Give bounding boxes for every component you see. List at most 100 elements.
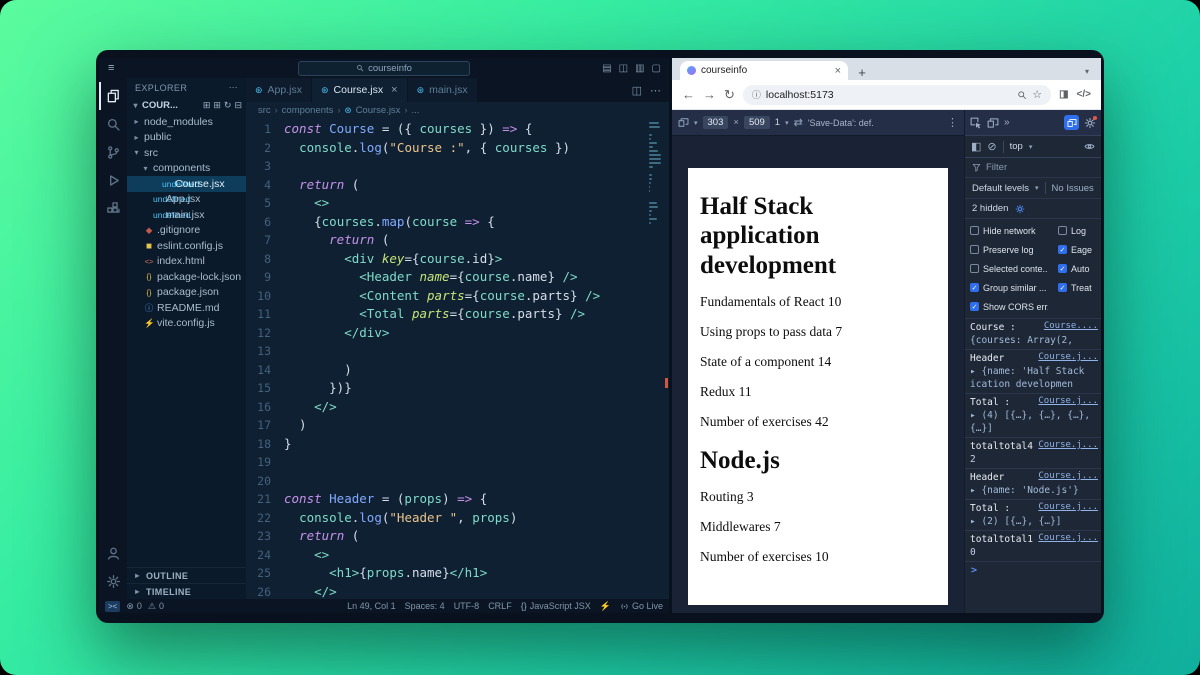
tree-item[interactable]: ◆ .gitignore: [127, 223, 246, 239]
layout-panel-left-icon[interactable]: ▤: [602, 63, 611, 74]
activity-source-control-icon[interactable]: [99, 138, 127, 166]
new-tab-button[interactable]: +: [854, 65, 870, 80]
zoom-icon[interactable]: [1017, 90, 1027, 100]
checkbox[interactable]: [1058, 226, 1067, 235]
activity-account-icon[interactable]: [99, 539, 127, 567]
tree-item[interactable]: ▸ node_modules: [127, 114, 246, 130]
remote-indicator[interactable]: ><: [105, 600, 121, 612]
site-info-icon[interactable]: ⓘ: [752, 88, 761, 101]
status-item[interactable]: Spaces: 4: [405, 601, 445, 611]
split-editor-icon[interactable]: ◫: [632, 84, 642, 97]
checkbox[interactable]: [970, 264, 979, 273]
new-file-icon[interactable]: ⊞: [203, 100, 211, 111]
checkbox[interactable]: ✓: [970, 283, 979, 292]
console-setting[interactable]: Preserve log: [965, 240, 1053, 259]
extension-code-icon[interactable]: </>: [1077, 89, 1091, 100]
tree-item[interactable]: ◼ eslint.config.js: [127, 238, 246, 254]
console-setting[interactable]: ✓ Auto: [1053, 259, 1101, 278]
reload-icon[interactable]: ↻: [724, 87, 735, 103]
console-setting[interactable]: Selected conte...: [965, 259, 1053, 278]
layout-panel-right-icon[interactable]: ▥: [635, 63, 644, 74]
toggle-device-toolbar-icon[interactable]: [987, 117, 999, 129]
warnings-indicator[interactable]: ⚠ 0: [148, 601, 164, 612]
status-item[interactable]: Ln 49, Col 1: [347, 601, 396, 611]
forward-icon[interactable]: →: [703, 87, 716, 102]
overview-ruler[interactable]: [663, 118, 669, 599]
refresh-explorer-icon[interactable]: ↻: [224, 100, 232, 111]
tree-item[interactable]: <> index.html: [127, 254, 246, 270]
status-item[interactable]: CRLF: [488, 601, 512, 611]
device-more-icon[interactable]: ⋮: [947, 116, 958, 129]
checkbox[interactable]: ✓: [970, 302, 979, 311]
activity-explorer-icon[interactable]: [99, 82, 127, 110]
editor-tab[interactable]: ⊛ Course.jsx ×: [311, 78, 408, 102]
breadcrumb-item[interactable]: components: [282, 105, 334, 116]
source-link[interactable]: Course.j...: [1038, 533, 1098, 543]
console-setting[interactable]: ✓ Show CORS err...: [965, 297, 1053, 316]
checkbox[interactable]: ✓: [1058, 264, 1067, 273]
console-prompt[interactable]: >: [965, 562, 1101, 579]
source-link[interactable]: Course.j...: [1038, 440, 1098, 450]
checkbox[interactable]: ✓: [1058, 245, 1067, 254]
inspect-icon[interactable]: [970, 117, 982, 129]
errors-indicator[interactable]: ⊗ 0: [126, 601, 142, 612]
rotate-icon[interactable]: ⇄: [794, 116, 803, 129]
browser-tab[interactable]: courseinfo ×: [680, 61, 848, 80]
address-bar[interactable]: ⓘ localhost:5173 ☆: [742, 84, 1052, 105]
console-setting[interactable]: Log: [1053, 221, 1101, 240]
outline-section[interactable]: ▸ OUTLINE: [127, 567, 246, 583]
collapse-folders-icon[interactable]: ⊟: [234, 100, 242, 111]
source-link[interactable]: Course.j...: [1038, 471, 1098, 481]
status-item[interactable]: {} JavaScript JSX: [521, 601, 591, 611]
layout-panel-bottom-icon[interactable]: ◫: [619, 63, 628, 74]
console-setting[interactable]: Hide network: [965, 221, 1053, 240]
source-link[interactable]: Course.j...: [1038, 502, 1098, 512]
project-root[interactable]: ▾ COUR... ⊞ ⊞ ↻ ⊟: [127, 97, 246, 114]
menu-icon[interactable]: ≡: [99, 62, 123, 74]
source-link[interactable]: Course.j...: [1038, 396, 1098, 406]
devtools-settings-icon[interactable]: [1084, 115, 1097, 129]
editor-tab[interactable]: ⊛ App.jsx: [246, 78, 312, 102]
status-item[interactable]: UTF-8: [454, 601, 480, 611]
source-link[interactable]: Course.j...: [1038, 352, 1098, 362]
code-area[interactable]: 1 const Course = ({ courses }) => {2 cons…: [246, 118, 647, 599]
console-filter[interactable]: Filter: [965, 158, 1101, 178]
checkbox[interactable]: [970, 245, 979, 254]
customize-layout-icon[interactable]: ▢: [652, 63, 661, 74]
timeline-section[interactable]: ▸ TIMELINE: [127, 583, 246, 599]
device-type-icon[interactable]: [678, 117, 689, 128]
log-levels-select[interactable]: Default levels: [972, 183, 1029, 194]
activity-extensions-icon[interactable]: [99, 194, 127, 222]
new-folder-icon[interactable]: ⊞: [213, 100, 221, 111]
console-setting[interactable]: ✓ Eage: [1053, 240, 1101, 259]
device-mode-active-icon[interactable]: [1064, 115, 1079, 130]
device-height-input[interactable]: 509: [743, 116, 770, 129]
tree-item[interactable]: ⚡ vite.config.js: [127, 316, 246, 332]
status-item[interactable]: ⚡: [600, 601, 611, 612]
activity-settings-icon[interactable]: [99, 567, 127, 595]
console-setting[interactable]: ✓ Group similar ...: [965, 278, 1053, 297]
command-center-search[interactable]: courseinfo: [298, 60, 470, 76]
zoom-select[interactable]: 1: [775, 117, 780, 128]
tree-item[interactable]: undefined main.jsx: [127, 207, 246, 223]
explorer-more-icon[interactable]: ⋯: [229, 82, 238, 93]
hidden-count[interactable]: 2 hidden: [972, 203, 1008, 214]
execution-context-select[interactable]: top: [1010, 141, 1023, 152]
side-panel-icon[interactable]: ◨: [1059, 89, 1068, 100]
device-width-input[interactable]: 303: [702, 116, 729, 129]
tab-search-icon[interactable]: ▾: [1085, 67, 1093, 80]
more-panels-icon[interactable]: »: [1004, 117, 1010, 128]
editor-more-icon[interactable]: ⋯: [650, 84, 661, 97]
tree-item[interactable]: ▾ components: [127, 161, 246, 177]
editor-tab[interactable]: ⊛ main.jsx: [407, 78, 478, 102]
tree-item[interactable]: {} package.json: [127, 285, 246, 301]
back-icon[interactable]: ←: [682, 87, 695, 102]
console-setting[interactable]: ✓ Treat: [1053, 278, 1101, 297]
save-data-select[interactable]: 'Save-Data': def.: [808, 118, 874, 128]
clear-console-icon[interactable]: ⊘: [987, 140, 996, 153]
close-tab-icon[interactable]: ×: [391, 84, 397, 96]
close-tab-icon[interactable]: ×: [835, 65, 841, 77]
tree-item[interactable]: undefined Course.jsx: [127, 176, 246, 192]
tree-item[interactable]: ▾ src: [127, 145, 246, 161]
live-expression-icon[interactable]: [1084, 141, 1095, 152]
